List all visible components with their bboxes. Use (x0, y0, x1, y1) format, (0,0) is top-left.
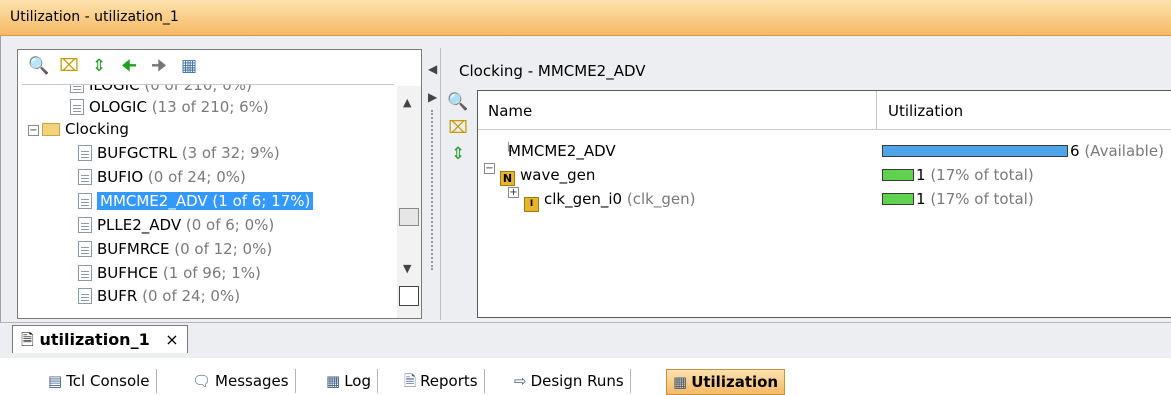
utilization-bar (882, 145, 1068, 157)
column-header-utilization[interactable]: Utilization (888, 102, 963, 120)
column-divider[interactable] (876, 91, 877, 129)
collapse-toggle-icon[interactable]: − (28, 125, 39, 136)
file-icon (78, 169, 92, 185)
utilization-value-text: 1 (17% of total) (916, 190, 1034, 208)
tab-utilization[interactable]: ▦ Utilization (666, 369, 786, 395)
details-toolbar: 🔍 ⌧ ⇕ (447, 92, 473, 170)
tab-tcl-console[interactable]: ▤ Tcl Console (42, 369, 157, 393)
file-icon (78, 193, 92, 209)
table-header: Name Utilization (478, 91, 1171, 130)
table-row[interactable]: └ MMCME2_ADV 6 (Available) (478, 139, 1171, 163)
clocking-details-pane: Clocking - MMCME2_ADV 🔍 ⌧ ⇕ Name Utiliza… (440, 48, 1171, 320)
scroll-up-icon[interactable]: ▲ (403, 96, 411, 109)
back-icon[interactable]: 🠈 (118, 56, 140, 76)
window-title: Utilization - utilization_1 (10, 9, 179, 25)
file-icon (70, 99, 84, 115)
splitter-grip (431, 110, 435, 270)
file-icon (78, 241, 92, 257)
tree-item-bufr[interactable]: BUFR (0 of 24; 0%) (78, 285, 240, 307)
tree-scrollbar[interactable]: ▲ ▼ (397, 86, 421, 318)
document-tab-utilization-1[interactable]: 🗎 utilization_1 × (12, 325, 188, 353)
expand-all-icon[interactable]: ⇕ (447, 144, 469, 164)
document-tab-strip: 🗎 utilization_1 × (0, 322, 1171, 359)
file-icon (78, 265, 92, 281)
tree-item-bufmrce[interactable]: BUFMRCE (0 of 12; 0%) (78, 238, 272, 260)
left-toolbar: 🔍 ⌧ ⇕ 🠈 🠊 ▦ (28, 56, 200, 82)
utilization-icon: ▦ (673, 373, 688, 391)
utilization-bar (882, 193, 914, 205)
report-icon[interactable]: ▦ (178, 56, 200, 76)
table-row[interactable]: + Iclk_gen_i0 (clk_gen) 1 (17% of total) (478, 187, 1171, 212)
close-icon[interactable]: × (165, 330, 178, 349)
folder-icon (42, 123, 60, 136)
instance-icon: I (524, 197, 539, 212)
file-icon (78, 217, 92, 233)
pane-splitter[interactable]: ◀ ▶ (426, 50, 438, 320)
utilization-table: Name Utilization └ MMCME2_ADV 6 (Availab… (477, 90, 1171, 318)
search-icon[interactable]: 🔍 (28, 56, 50, 76)
expand-all-icon[interactable]: ⇕ (88, 56, 110, 76)
table-row[interactable]: − Nwave_gen 1 (17% of total) (478, 163, 1171, 187)
utilization-bar (882, 169, 914, 181)
messages-icon: 🗨 (192, 372, 212, 390)
search-icon[interactable]: 🔍 (447, 92, 469, 112)
scroll-down-icon[interactable]: ▼ (403, 262, 411, 275)
tree-item-ologic[interactable]: OLOGIC (13 of 210; 6%) (70, 96, 269, 118)
design-runs-icon: ⇨ (514, 372, 527, 390)
column-header-name[interactable]: Name (488, 102, 532, 120)
log-icon: ▦ (326, 372, 341, 390)
expand-toggle-icon[interactable]: + (508, 187, 519, 198)
file-icon (78, 145, 92, 161)
collapse-all-icon[interactable]: ⌧ (58, 56, 80, 76)
window-title-bar: Utilization - utilization_1 (0, 0, 1171, 36)
forward-icon[interactable]: 🠊 (148, 56, 170, 76)
restore-icon[interactable] (399, 286, 419, 306)
file-icon: 🗎 (21, 330, 34, 349)
tree-item-ilogic[interactable]: ILOGIC (0 of 210; 0%) (70, 85, 252, 96)
utilization-value-text: 6 (Available) (1070, 142, 1164, 160)
tree-item-bufgctrl[interactable]: BUFGCTRL (3 of 32; 9%) (78, 142, 280, 164)
file-icon (70, 85, 84, 93)
tree-item-plle2-adv[interactable]: PLLE2_ADV (0 of 6; 0%) (78, 214, 274, 236)
netlist-icon: N (500, 171, 515, 186)
expand-right-icon[interactable]: ▶ (428, 90, 437, 104)
resource-tree: ILOGIC (0 of 210; 0%) OLOGIC (13 of 210;… (22, 84, 394, 315)
selected-item: MMCME2_ADV (1 of 6; 17%) (97, 192, 314, 210)
scroll-thumb[interactable] (399, 208, 419, 226)
resource-tree-pane: 🔍 ⌧ ⇕ 🠈 🠊 ▦ ILOGIC (0 of 210; 0%) OLOGIC… (17, 49, 422, 319)
collapse-all-icon[interactable]: ⌧ (447, 118, 469, 138)
collapse-toggle-icon[interactable]: − (484, 163, 495, 174)
tab-design-runs[interactable]: ⇨ Design Runs (508, 369, 631, 393)
tree-item-bufhce[interactable]: BUFHCE (1 of 96; 1%) (78, 262, 261, 284)
collapse-left-icon[interactable]: ◀ (428, 62, 437, 76)
file-icon (78, 288, 92, 304)
details-header: Clocking - MMCME2_ADV (459, 62, 646, 80)
tree-item-bufio[interactable]: BUFIO (0 of 24; 0%) (78, 166, 246, 188)
tree-item-clocking[interactable]: − Clocking (28, 118, 129, 140)
utilization-value-text: 1 (17% of total) (916, 166, 1034, 184)
console-icon: ▤ (48, 372, 63, 390)
tab-log[interactable]: ▦ Log (320, 369, 378, 393)
reports-icon: 🗎 (404, 372, 417, 390)
tree-item-mmcme2-adv[interactable]: MMCME2_ADV (1 of 6; 17%) (78, 190, 314, 212)
tool-window-tabs: ▤ Tcl Console 🗨 Messages ▦ Log 🗎 Reports ⇨ De… (0, 358, 1171, 395)
tab-reports[interactable]: 🗎 Reports (398, 369, 485, 393)
tab-messages[interactable]: 🗨 Messages (186, 369, 296, 393)
